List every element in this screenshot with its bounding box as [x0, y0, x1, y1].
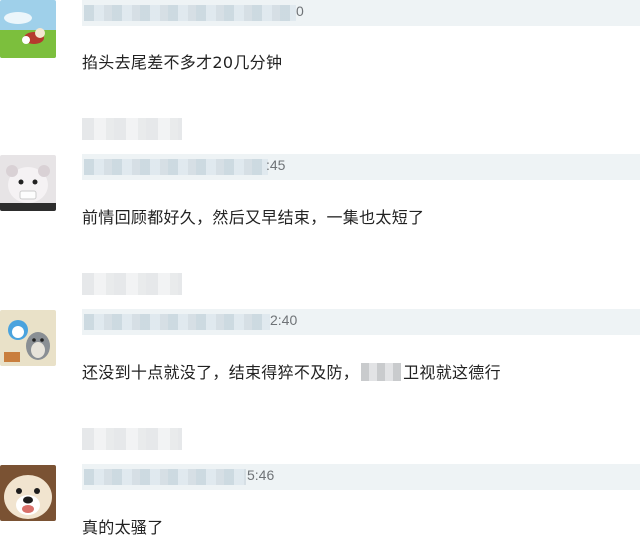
comment-feed: 0 掐头去尾差不多才20几分钟 :45 前情回顾都好久，然后又早结束，一集也太短…: [0, 0, 640, 541]
comment-text-part: 卫视就这德行: [403, 363, 501, 382]
username-mosaic: [84, 5, 296, 21]
username-mosaic: [84, 314, 270, 330]
username-mosaic: [82, 273, 182, 295]
comment-text-part: 还没到十点就没了，结束得猝不及防，: [82, 363, 360, 382]
comment-text: 还没到十点就没了，结束得猝不及防， 卫视就这德行: [82, 359, 501, 383]
comment-text: 掐头去尾差不多才20几分钟: [82, 53, 283, 72]
username-mosaic: [84, 469, 246, 485]
avatar[interactable]: [0, 155, 56, 211]
comment-item: :45 前情回顾都好久，然后又早结束，一集也太短了: [0, 115, 640, 235]
comment-text: 前情回顾都好久，然后又早结束，一集也太短了: [82, 208, 425, 227]
comment-meta: :45: [82, 154, 640, 180]
username-mosaic: [82, 118, 182, 140]
mosaic-redaction: [361, 363, 402, 381]
comment-meta: 2:40: [82, 309, 640, 335]
comment-item: 5:46 真的太骚了: [0, 425, 640, 541]
comment-time: 2:40: [270, 312, 298, 328]
comment-time: :45: [266, 157, 286, 173]
avatar[interactable]: [0, 310, 56, 366]
username-mosaic: [84, 159, 268, 175]
comment-time: 0: [296, 3, 304, 19]
avatar-image: [0, 465, 56, 521]
avatar-image: [0, 0, 56, 58]
comment-text: 真的太骚了: [82, 518, 164, 537]
comment-item: 0 掐头去尾差不多才20几分钟: [0, 0, 640, 80]
avatar[interactable]: [0, 465, 56, 521]
avatar-image: [0, 155, 56, 211]
comment-meta: 5:46: [82, 464, 640, 490]
comment-meta: 0: [82, 0, 640, 26]
avatar[interactable]: [0, 0, 56, 58]
comment-time: 5:46: [247, 467, 275, 483]
comment-item: 2:40 还没到十点就没了，结束得猝不及防， 卫视就这德行: [0, 270, 640, 390]
avatar-image: [0, 310, 56, 366]
username-mosaic: [82, 428, 182, 450]
